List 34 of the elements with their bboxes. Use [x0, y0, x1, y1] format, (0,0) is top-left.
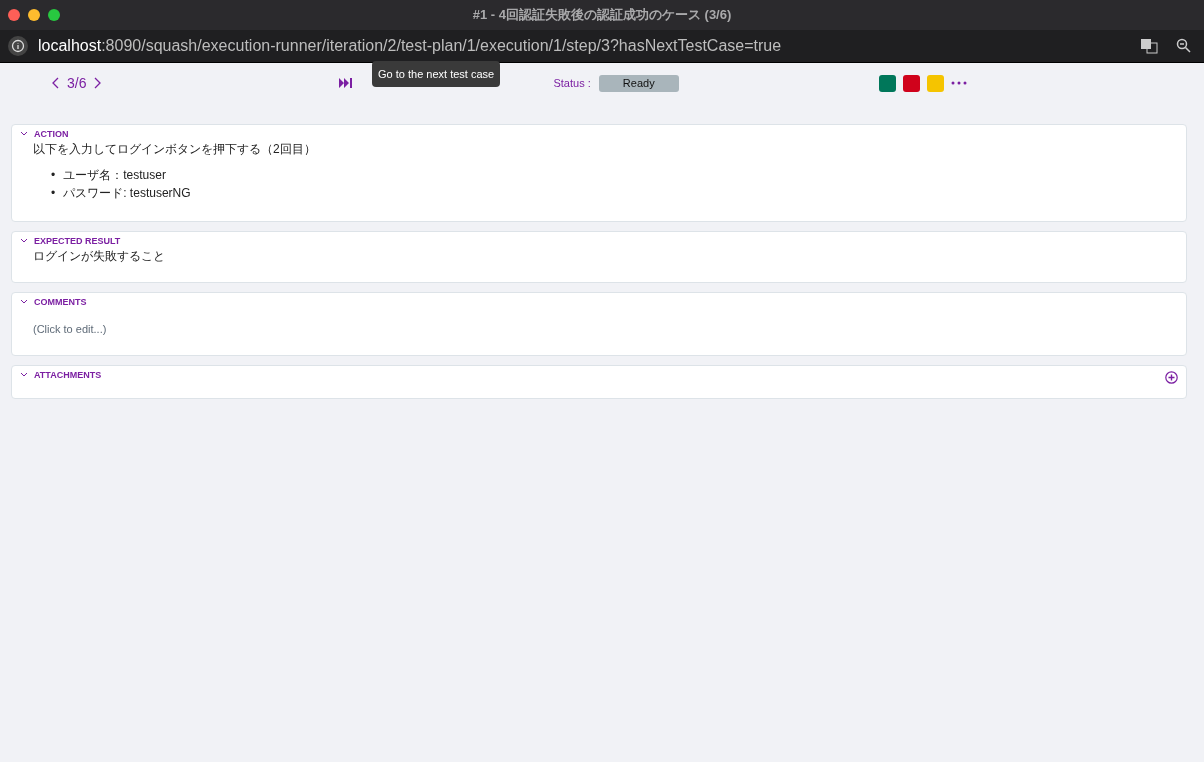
step-counter: 3/6: [67, 75, 87, 91]
bullet-marker: •: [51, 185, 56, 201]
section-title[interactable]: ACTION: [34, 129, 69, 139]
more-icon[interactable]: [950, 81, 967, 85]
section-title[interactable]: ATTACHMENTS: [34, 370, 102, 380]
add-icon[interactable]: [1165, 371, 1178, 384]
zoom-icon[interactable]: [1176, 38, 1192, 54]
previous-icon[interactable]: [51, 77, 59, 89]
bullet-item: ユーザ名：testuser: [63, 167, 166, 183]
chevron-icon[interactable]: [20, 238, 28, 244]
status-value[interactable]: Ready: [598, 74, 679, 92]
close-icon[interactable]: [8, 9, 20, 21]
chevron-icon[interactable]: [20, 372, 28, 378]
window-title: #1 - 4回認証失敗後の認証成功のケース (3/6): [471, 6, 733, 24]
chevron-icon[interactable]: [20, 131, 28, 137]
section-title[interactable]: COMMENTS: [34, 297, 87, 307]
section-title[interactable]: EXPECTED RESULT: [34, 236, 121, 246]
tooltip: Go to the next test case: [372, 61, 501, 87]
status-label: Status :: [553, 77, 591, 89]
bullet-marker: •: [51, 167, 56, 183]
url-text[interactable]: localhost:8090/squash/execution-runner/iteration/2/test-plan/1/execution/1/step/3?hasNextTestCase=true: [38, 37, 1130, 55]
maximize-icon[interactable]: [48, 9, 60, 21]
skip-forward-icon[interactable]: [339, 78, 354, 88]
translate-icon[interactable]: [1140, 38, 1158, 54]
minimize-icon[interactable]: [28, 9, 40, 21]
next-icon[interactable]: [94, 77, 103, 89]
bullet-item: パスワード: testuserNG: [63, 185, 191, 201]
section-text: 以下を入力してログインボタンを押下する（2回目）: [33, 141, 317, 157]
status-button[interactable]: [878, 74, 896, 92]
chevron-icon[interactable]: [20, 299, 28, 305]
comment-placeholder[interactable]: (Click to edit...): [33, 323, 1178, 335]
info-icon[interactable]: [8, 36, 28, 56]
section-text: ログインが失敗すること: [33, 248, 166, 264]
status-button[interactable]: [902, 74, 920, 92]
